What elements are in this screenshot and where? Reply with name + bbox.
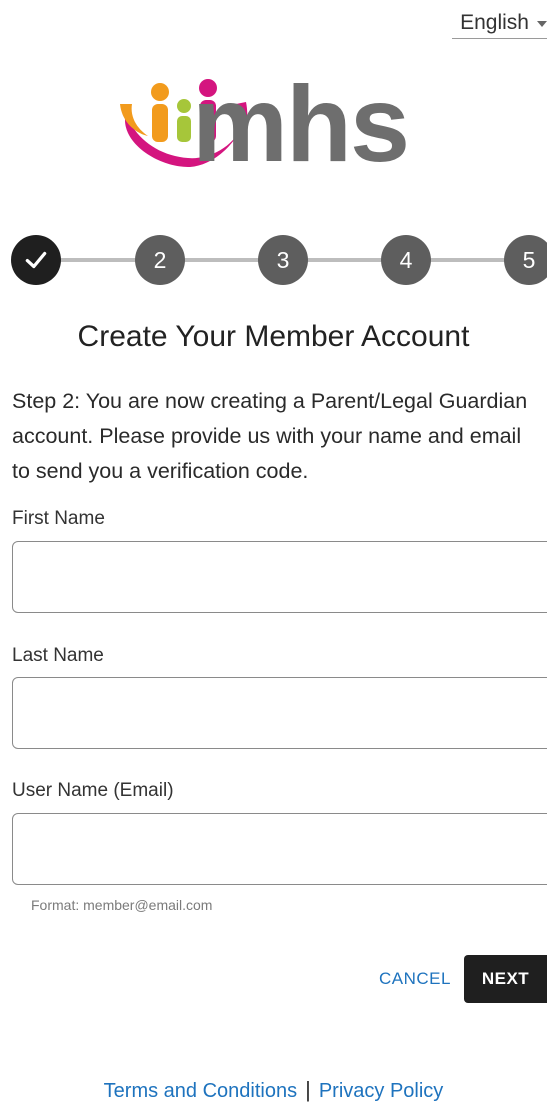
check-icon: [25, 251, 47, 269]
next-button[interactable]: NEXT: [464, 955, 547, 1003]
language-label: English: [460, 11, 529, 34]
terms-link[interactable]: Terms and Conditions: [104, 1080, 297, 1102]
step-description: Step 2: You are now creating a Parent/Le…: [12, 389, 528, 483]
step-3: 3: [258, 235, 308, 285]
language-selector[interactable]: English: [452, 8, 547, 39]
step-5: 5: [504, 235, 547, 285]
privacy-link[interactable]: Privacy Policy: [319, 1080, 443, 1102]
progress-stepper: 2 3 4 5: [0, 235, 547, 285]
page-title: Create Your Member Account: [77, 320, 470, 353]
step-1-completed: [11, 235, 61, 285]
stepper-connector: [180, 258, 260, 262]
stepper-connector: [430, 258, 505, 262]
chevron-down-icon: [537, 21, 547, 27]
footer-links: Terms and Conditions | Privacy Policy: [0, 1077, 547, 1103]
stepper-connector: [60, 258, 140, 262]
first-name-input[interactable]: [12, 541, 547, 613]
email-format-hint: Format: member@email.com: [31, 897, 213, 913]
stepper-connector: [305, 258, 385, 262]
step-2: 2: [135, 235, 185, 285]
cancel-button[interactable]: CANCEL: [368, 957, 462, 1001]
last-name-input[interactable]: [12, 677, 547, 749]
email-label: User Name (Email): [12, 780, 174, 801]
first-name-label: First Name: [12, 508, 105, 529]
last-name-label: Last Name: [12, 645, 104, 666]
footer-separator: |: [305, 1077, 311, 1102]
step-4: 4: [381, 235, 431, 285]
email-input[interactable]: [12, 813, 547, 885]
brand-wordmark: mhs: [192, 63, 410, 184]
